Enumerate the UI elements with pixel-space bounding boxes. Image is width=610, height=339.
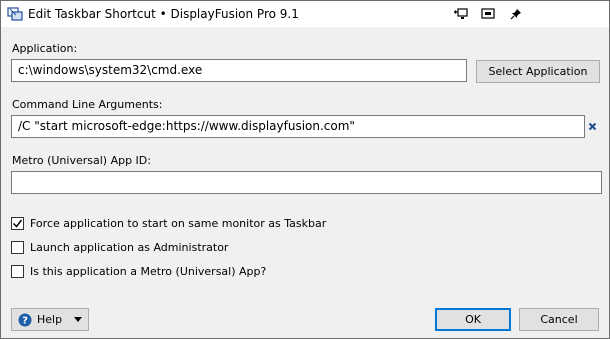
- title-bar[interactable]: Edit Taskbar Shortcut • DisplayFusion Pr…: [1, 1, 609, 27]
- displayfusion-icon: [7, 6, 23, 22]
- run-as-admin-checkbox[interactable]: [11, 240, 24, 254]
- help-icon: ?: [18, 313, 32, 327]
- force-same-monitor-checkbox[interactable]: [11, 216, 24, 230]
- metro-app-option[interactable]: Is this application a Metro (Universal) …: [11, 263, 266, 279]
- triangle-down-icon[interactable]: [74, 317, 83, 322]
- help-button[interactable]: ? Help: [11, 308, 89, 331]
- arguments-field[interactable]: /C "start microsoft-edge:https://www.dis…: [11, 115, 585, 138]
- run-as-admin-label: Launch application as Administrator: [30, 240, 229, 254]
- help-label: Help: [37, 313, 63, 326]
- metro-app-checkbox[interactable]: [11, 264, 24, 278]
- force-same-monitor-option[interactable]: Force application to start on same monit…: [11, 215, 326, 231]
- metro-app-id-field[interactable]: [11, 171, 602, 194]
- arguments-label: Command Line Arguments:: [12, 98, 163, 111]
- svg-text:?: ?: [22, 315, 28, 326]
- application-path-field[interactable]: c:\windows\system32\cmd.exe: [11, 59, 467, 82]
- application-label: Application:: [12, 42, 78, 55]
- clear-x-icon[interactable]: [585, 116, 600, 137]
- window-title: Edit Taskbar Shortcut • DisplayFusion Pr…: [28, 7, 299, 21]
- monitor-move-icon[interactable]: [446, 1, 476, 27]
- run-as-admin-option[interactable]: Launch application as Administrator: [11, 239, 228, 255]
- select-application-button[interactable]: Select Application: [476, 60, 600, 83]
- cancel-button[interactable]: Cancel: [519, 308, 599, 331]
- force-same-monitor-label: Force application to start on same monit…: [30, 216, 327, 230]
- pin-icon[interactable]: [501, 1, 531, 27]
- metro-app-id-label: Metro (Universal) App ID:: [12, 154, 151, 167]
- screen-icon[interactable]: [473, 1, 503, 27]
- edit-taskbar-shortcut-window: Edit Taskbar Shortcut • DisplayFusion Pr…: [0, 0, 610, 339]
- ok-button[interactable]: OK: [435, 308, 511, 331]
- metro-app-label: Is this application a Metro (Universal) …: [30, 264, 267, 278]
